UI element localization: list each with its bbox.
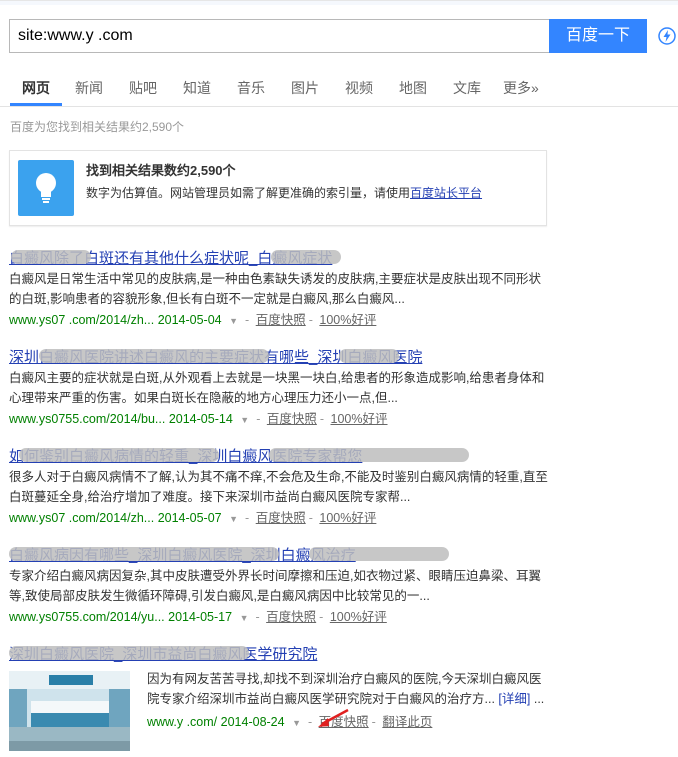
result-title-link[interactable]: 白癜风除了白斑还有其他什么症状呢_白癜风症状: [9, 247, 549, 267]
result-url: www.ys07 .com/2014/zh...: [9, 313, 155, 327]
result-meta: www.ys0755.com/2014/bu... 2014-05-14 ▼ - …: [9, 412, 388, 426]
caret-down-icon[interactable]: ▼: [229, 514, 238, 524]
result-url: www.y .com/: [147, 715, 218, 729]
result-date: 2014-05-04: [157, 313, 222, 327]
redaction-mask: [269, 448, 469, 462]
result-abstract: 很多人对于白癜风病情不了解,认为其不痛不痒,不会危及生命,不能及时鉴别白癜风病情…: [9, 470, 548, 504]
search-result: 深圳白癜风医院讲述白癜风的主要症状有哪些_深圳白癜风医院 白癜风主要的症状就是白…: [9, 346, 549, 430]
active-tab-indicator: [10, 103, 62, 106]
search-input[interactable]: site:www.y .com: [18, 27, 133, 45]
snapshot-link[interactable]: 百度快照: [267, 412, 317, 426]
lightning-help-icon[interactable]: [658, 27, 676, 45]
tab-maps[interactable]: 地图: [399, 78, 427, 98]
red-arrow-annotation: [318, 708, 349, 727]
result-title-link[interactable]: 如何鉴别白癜风病情的轻重_深圳白癜风医院专家帮您: [9, 445, 549, 465]
caret-down-icon[interactable]: ▼: [240, 613, 249, 623]
hospital-lobby-thumbnail[interactable]: [9, 671, 130, 751]
info-title: 找到相关结果数约2,590个: [86, 163, 236, 178]
caret-down-icon[interactable]: ▼: [240, 415, 249, 425]
search-button[interactable]: 百度一下: [549, 19, 647, 53]
redaction-mask: [9, 646, 249, 660]
tab-music[interactable]: 音乐: [237, 78, 265, 98]
result-title-link[interactable]: 白癜风病因有哪些_深圳白癜风医院_深圳白癜风治疗: [9, 544, 549, 564]
result-date: 2014-08-24: [220, 715, 285, 729]
result-date: 2014-05-14: [168, 412, 233, 426]
rating-link[interactable]: 100%好评: [331, 412, 388, 426]
redaction-mask: [339, 349, 399, 363]
result-title-link[interactable]: 深圳白癜风医院讲述白癜风的主要症状有哪些_深圳白癜风医院: [9, 346, 549, 366]
redaction-mask: [19, 448, 219, 462]
tab-images[interactable]: 图片: [291, 78, 319, 98]
result-meta: www.ys07 .com/2014/zh... 2014-05-07 ▼ - 百…: [9, 511, 377, 525]
result-abstract: 专家介绍白癜风病因复杂,其中皮肤遭受外界长时间摩擦和压迫,如衣物过紧、眼睛压迫鼻…: [9, 569, 541, 603]
caret-down-icon[interactable]: ▼: [229, 316, 238, 326]
redaction-mask: [9, 547, 279, 561]
index-info-box: 找到相关结果数约2,590个 数字为估算值。网站管理员如需了解更准确的索引量，请…: [9, 150, 547, 226]
snapshot-link[interactable]: 百度快照: [256, 511, 306, 525]
tab-wenku[interactable]: 文库: [453, 78, 481, 98]
result-url: www.ys0755.com/2014/yu...: [9, 610, 165, 624]
webmaster-platform-link[interactable]: 百度站长平台: [410, 186, 482, 200]
result-count: 百度为您找到相关结果约2,590个: [10, 120, 185, 134]
search-box[interactable]: site:www.y .com: [9, 19, 549, 53]
redaction-mask: [271, 250, 341, 264]
search-result: 白癜风除了白斑还有其他什么症状呢_白癜风症状 白癜风是日常生活中常见的皮肤病,是…: [9, 247, 549, 331]
redaction-mask: [309, 547, 449, 561]
tab-video[interactable]: 视频: [345, 78, 373, 98]
tab-more[interactable]: 更多»: [503, 78, 539, 98]
result-abstract: 白癜风是日常生活中常见的皮肤病,是一种由色素缺失诱发的皮肤病,主要症状是皮肤出现…: [9, 272, 541, 306]
caret-down-icon[interactable]: ▼: [292, 718, 301, 728]
rating-link[interactable]: 100%好评: [319, 511, 376, 525]
tab-webpage[interactable]: 网页: [22, 78, 50, 98]
search-result-with-image: 深圳白癜风医院_深圳市益尚白癜风医学研究院 因为有网友苦苦寻找,却找不到深圳治疗…: [9, 643, 549, 753]
lightbulb-icon: [18, 160, 74, 216]
result-url: www.ys0755.com/2014/bu...: [9, 412, 166, 426]
detail-link[interactable]: [详细]: [498, 692, 530, 706]
result-date: 2014-05-07: [157, 511, 222, 525]
rating-link[interactable]: 100%好评: [319, 313, 376, 327]
top-bar: [0, 0, 678, 5]
snapshot-link[interactable]: 百度快照: [266, 610, 316, 624]
tab-news[interactable]: 新闻: [75, 78, 103, 98]
search-result: 白癜风病因有哪些_深圳白癜风医院_深圳白癜风治疗 专家介绍白癜风病因复杂,其中皮…: [9, 544, 549, 628]
result-title-link[interactable]: 深圳白癜风医院_深圳市益尚白癜风医学研究院: [9, 643, 549, 663]
search-result: 如何鉴别白癜风病情的轻重_深圳白癜风医院专家帮您 很多人对于白癜风病情不了解,认…: [9, 445, 549, 529]
redaction-mask: [11, 250, 91, 264]
tab-zhidao[interactable]: 知道: [183, 78, 211, 98]
result-abstract: 白癜风主要的症状就是白斑,从外观看上去就是一块黑一块白,给患者的形象造成影响,给…: [9, 371, 545, 405]
info-description: 数字为估算值。网站管理员如需了解更准确的索引量，请使用百度站长平台: [86, 186, 483, 200]
result-meta: www.ys0755.com/2014/yu... 2014-05-17 ▼ - …: [9, 610, 387, 624]
snapshot-link[interactable]: 百度快照: [256, 313, 306, 327]
redaction-mask: [39, 349, 269, 363]
result-meta: www.ys07 .com/2014/zh... 2014-05-04 ▼ - 百…: [9, 313, 377, 327]
result-date: 2014-05-17: [168, 610, 233, 624]
nav-tabs: 网页 新闻 贴吧 知道 音乐 图片 视频 地图 文库 更多»: [0, 66, 678, 107]
tab-tieba[interactable]: 贴吧: [129, 78, 157, 98]
translate-link[interactable]: 翻译此页: [382, 715, 432, 729]
rating-link[interactable]: 100%好评: [330, 610, 387, 624]
result-url: www.ys07 .com/2014/zh...: [9, 511, 155, 525]
